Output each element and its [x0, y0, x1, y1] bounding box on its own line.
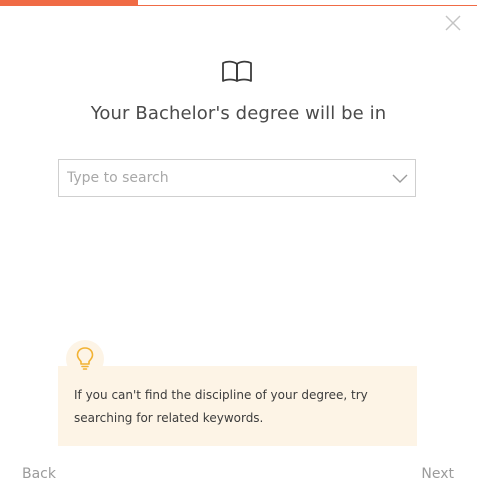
page-title: Your Bachelor's degree will be in [90, 103, 387, 124]
degree-search-field[interactable] [58, 159, 416, 197]
progress-bar [0, 0, 477, 6]
book-icon [222, 60, 252, 82]
next-button[interactable]: Next [421, 466, 454, 482]
close-icon [445, 15, 461, 31]
search-input[interactable] [59, 160, 379, 196]
lightbulb-icon [76, 347, 94, 370]
chevron-down-icon[interactable] [392, 172, 408, 184]
progress-fill [0, 0, 139, 6]
tip-text: If you can't find the discipline of your… [74, 388, 368, 425]
close-button[interactable] [443, 13, 463, 33]
back-button[interactable]: Back [22, 466, 56, 482]
